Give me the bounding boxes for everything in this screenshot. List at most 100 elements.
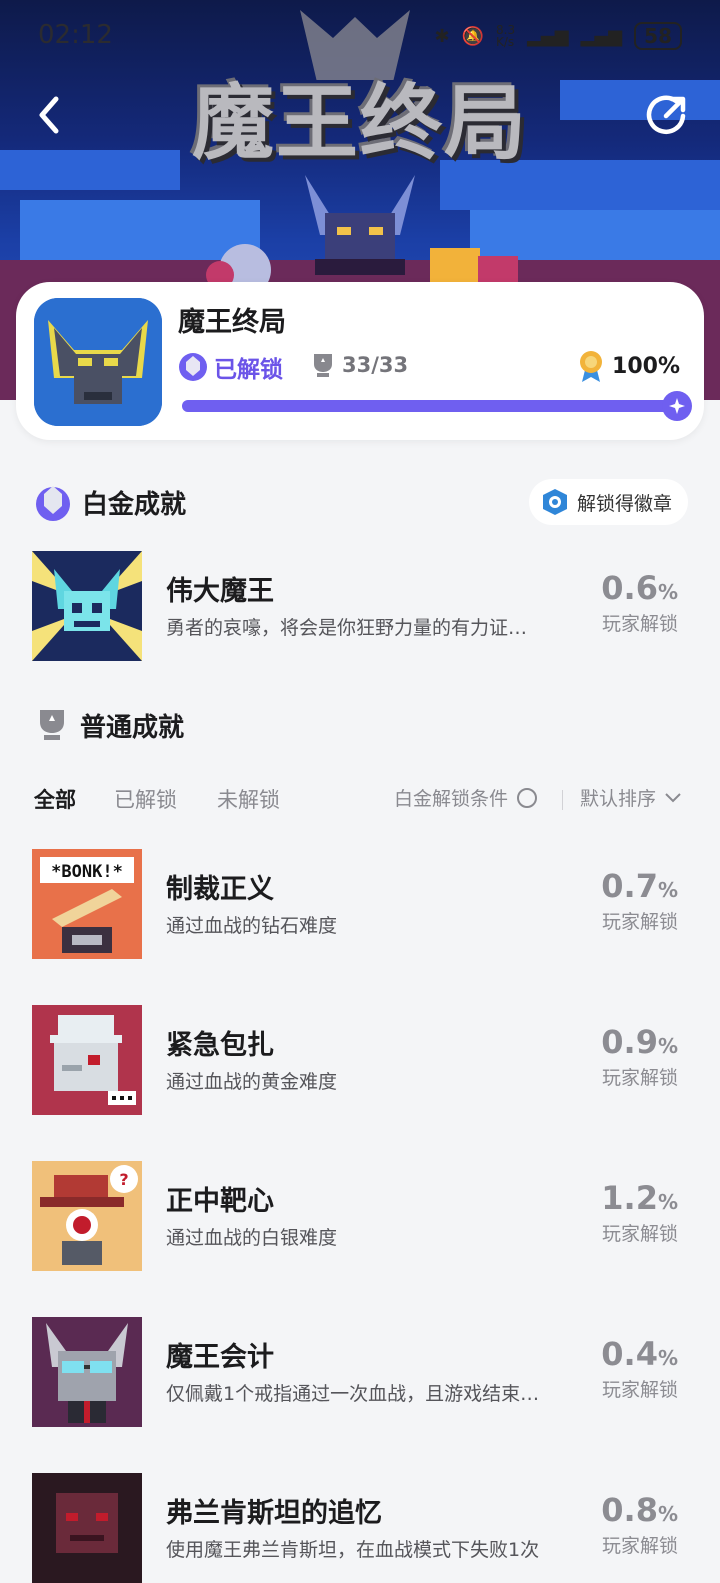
svg-text:?: ? bbox=[119, 1170, 128, 1189]
trophy-count-value: 33/33 bbox=[342, 353, 409, 377]
rate-unit: % bbox=[657, 1502, 678, 1526]
rate-value: 0.6 bbox=[601, 569, 658, 607]
rate-label: 玩家解锁 bbox=[601, 911, 678, 933]
achievement-desc: 使用魔王弗兰肯斯坦，在血战模式下失败1次 bbox=[166, 1539, 540, 1561]
pixel-cloud bbox=[0, 150, 180, 190]
achievement-desc: 通过血战的黄金难度 bbox=[166, 1071, 338, 1093]
progress-knob bbox=[662, 391, 692, 421]
back-icon bbox=[39, 96, 59, 134]
achievement-desc: 仅佩戴1个戒指通过一次血战，且游戏结束… bbox=[166, 1383, 540, 1405]
achievement-name: 制裁正义 bbox=[166, 874, 274, 905]
achievement-name: 正中靶心 bbox=[166, 1186, 274, 1217]
achievement-name: 紧急包扎 bbox=[166, 1030, 274, 1061]
condition-label: 白金解锁条件 bbox=[394, 788, 509, 810]
bluetooth-icon: ✱ bbox=[434, 25, 450, 47]
rate-unit: % bbox=[657, 1190, 678, 1214]
achievement-item[interactable]: 紧急包扎 通过血战的黄金难度 0.9% 玩家解锁 bbox=[32, 1005, 688, 1115]
progress-fill bbox=[182, 400, 676, 412]
chevron-down-icon bbox=[665, 792, 681, 802]
achievement-thumbnail bbox=[32, 1317, 142, 1427]
rate-unit: % bbox=[657, 1034, 678, 1058]
achievement-thumbnail: ? bbox=[32, 1161, 142, 1271]
unlock-badge-button[interactable]: 解锁得徽章 bbox=[528, 479, 688, 525]
achievement-item[interactable]: 魔王会计 仅佩戴1个戒指通过一次血战，且游戏结束… 0.4% 玩家解锁 bbox=[32, 1317, 688, 1427]
signal-icon: ▂▄▆ bbox=[527, 25, 569, 47]
achievement-rate: 0.7% 玩家解锁 bbox=[601, 867, 678, 934]
achievement-item-platinum[interactable]: 伟大魔王 勇者的哀嚎，将会是你狂野力量的有力证… 0.6% 玩家解锁 bbox=[32, 551, 688, 661]
achievement-rate: 1.2% 玩家解锁 bbox=[601, 1179, 678, 1246]
sort-label: 默认排序 bbox=[580, 788, 657, 810]
platinum-icon bbox=[179, 353, 207, 381]
completion-progress-bar bbox=[182, 391, 692, 421]
rate-label: 玩家解锁 bbox=[601, 1223, 678, 1245]
completion-percent: 100% bbox=[578, 350, 680, 382]
monster-art bbox=[430, 248, 518, 286]
rate-value: 0.7 bbox=[601, 867, 658, 905]
game-summary-card: 魔王终局 已解锁 33/33 100% bbox=[16, 282, 704, 440]
trophy-count: 33/33 bbox=[312, 352, 408, 378]
unlock-badge-label: 解锁得徽章 bbox=[576, 492, 672, 515]
achievement-rate: 0.6% 玩家解锁 bbox=[601, 569, 678, 636]
net-speed: 8.3 K/s bbox=[496, 23, 516, 49]
sort-dropdown[interactable]: 默认排序 bbox=[580, 784, 682, 811]
tab-all[interactable]: 全部 bbox=[34, 784, 76, 814]
rate-label: 玩家解锁 bbox=[601, 1535, 678, 1557]
signal-icon: ▂▄▆ bbox=[580, 25, 623, 47]
rate-unit: % bbox=[657, 878, 678, 902]
tab-locked[interactable]: 未解锁 bbox=[217, 784, 280, 814]
frankenstein-icon bbox=[32, 1473, 142, 1583]
achievement-rate: 0.8% 玩家解锁 bbox=[601, 1491, 678, 1558]
status-time: 02:12 bbox=[38, 20, 113, 50]
achievement-desc: 勇者的哀嚎，将会是你狂野力量的有力证… bbox=[166, 617, 528, 639]
svg-text:*BONK!*: *BONK!* bbox=[51, 862, 123, 882]
achievement-rate: 0.9% 玩家解锁 bbox=[601, 1023, 678, 1090]
completion-value: 100% bbox=[612, 353, 680, 379]
achievement-thumbnail bbox=[32, 1473, 142, 1583]
mummy-icon bbox=[32, 1005, 142, 1115]
game-icon[interactable] bbox=[34, 298, 162, 426]
pixel-cloud bbox=[560, 80, 720, 120]
achievement-filter-bar: 全部 已解锁 未解锁 白金解锁条件 默认排序 bbox=[34, 784, 686, 814]
rate-label: 玩家解锁 bbox=[601, 613, 678, 635]
rate-label: 玩家解锁 bbox=[601, 1067, 678, 1089]
platinum-section-header: 白金成就 bbox=[34, 482, 186, 522]
back-button[interactable] bbox=[24, 90, 74, 140]
trophy-icon bbox=[40, 710, 64, 740]
rate-value: 0.4 bbox=[601, 1335, 658, 1373]
tab-unlocked[interactable]: 已解锁 bbox=[114, 784, 177, 814]
skull-crown-icon bbox=[32, 551, 142, 661]
achievement-desc: 通过血战的钻石难度 bbox=[166, 915, 338, 937]
unlock-status-text: 已解锁 bbox=[214, 357, 283, 383]
battery-indicator: 58 bbox=[634, 22, 682, 50]
share-button[interactable] bbox=[642, 90, 692, 140]
game-title: 魔王终局 bbox=[178, 307, 286, 338]
demon-head-icon bbox=[34, 298, 162, 426]
platinum-condition-toggle[interactable]: 白金解锁条件 bbox=[394, 784, 538, 811]
mute-icon: 🔕 bbox=[461, 25, 484, 47]
rate-unit: % bbox=[657, 1346, 678, 1370]
achievement-thumbnail bbox=[32, 1005, 142, 1115]
achievement-desc: 通过血战的白银难度 bbox=[166, 1227, 338, 1249]
achievement-item[interactable]: 弗兰肯斯坦的追忆 使用魔王弗兰肯斯坦，在血战模式下失败1次 0.8% 玩家解锁 bbox=[32, 1473, 688, 1583]
share-icon bbox=[646, 95, 686, 134]
sparkle-icon bbox=[669, 398, 685, 414]
achievement-name: 伟大魔王 bbox=[166, 576, 274, 607]
rate-label: 玩家解锁 bbox=[601, 1379, 678, 1401]
status-icons: ✱ 🔕 8.3 K/s ▂▄▆ ▂▄▆ 58 bbox=[434, 22, 682, 50]
achievement-item[interactable]: *BONK!* 制裁正义 通过血战的钻石难度 0.7% 玩家解锁 bbox=[32, 849, 688, 959]
achievement-rate: 0.4% 玩家解锁 bbox=[601, 1335, 678, 1402]
rate-value: 1.2 bbox=[601, 1179, 658, 1217]
rate-unit: % bbox=[657, 580, 678, 604]
badge-icon bbox=[542, 489, 567, 515]
platinum-section-title: 白金成就 bbox=[82, 489, 187, 520]
achievement-thumbnail bbox=[32, 551, 142, 661]
achievement-thumbnail: *BONK!* bbox=[32, 849, 142, 959]
game-logo: 魔王终局 bbox=[191, 75, 528, 171]
target-hat-icon: ? bbox=[32, 1161, 142, 1271]
medal-icon bbox=[580, 351, 603, 382]
rate-value: 0.9 bbox=[601, 1023, 658, 1061]
normal-section-title: 普通成就 bbox=[80, 712, 185, 743]
achievement-name: 魔王会计 bbox=[166, 1342, 274, 1373]
achievement-item[interactable]: ? 正中靶心 通过血战的白银难度 1.2% 玩家解锁 bbox=[32, 1161, 688, 1271]
demon-accountant-icon bbox=[32, 1317, 142, 1427]
